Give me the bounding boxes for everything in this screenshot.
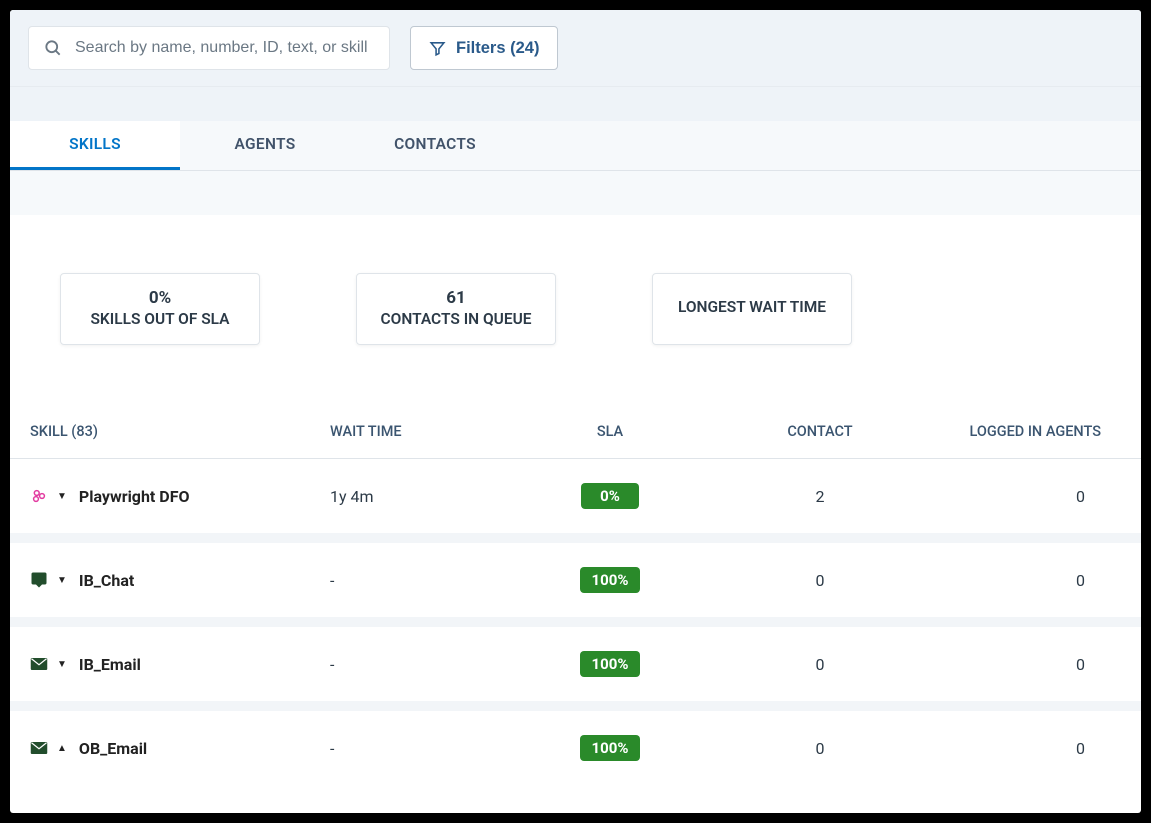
sla-badge: 100% bbox=[580, 735, 641, 761]
metric-longest-wait-time[interactable]: LONGEST WAIT TIME bbox=[652, 273, 852, 345]
table-row[interactable]: ▼ IB_Chat - 100% 0 0 bbox=[10, 543, 1141, 617]
metric-value: 0% bbox=[83, 288, 237, 308]
tab-agents[interactable]: AGENTS bbox=[180, 121, 350, 170]
col-logged-in-agents[interactable]: LOGGED IN AGENTS bbox=[930, 423, 1121, 440]
filters-label: Filters (24) bbox=[456, 39, 539, 58]
sla-cell: 100% bbox=[510, 651, 710, 677]
tab-skills[interactable]: SKILLS bbox=[10, 121, 180, 170]
top-bar: Filters (24) bbox=[10, 10, 1141, 87]
row-gap bbox=[10, 701, 1141, 711]
metric-label: SKILLS OUT OF SLA bbox=[83, 310, 237, 328]
col-sla[interactable]: SLA bbox=[510, 423, 710, 440]
agents-cell: 0 bbox=[930, 739, 1121, 758]
tab-spacer bbox=[10, 171, 1141, 215]
skill-cell: ▼ IB_Email bbox=[30, 655, 330, 674]
tab-contacts[interactable]: CONTACTS bbox=[350, 121, 520, 170]
contact-cell: 2 bbox=[710, 487, 930, 506]
wait-time-cell: 1y 4m bbox=[330, 487, 510, 506]
inbound-arrow-icon: ▼ bbox=[57, 491, 67, 502]
skills-table: SKILL (83) WAIT TIME SLA CONTACT LOGGED … bbox=[10, 405, 1141, 785]
skill-cell: ▲ OB_Email bbox=[30, 739, 330, 758]
skill-cell: ▼ Playwright DFO bbox=[30, 487, 330, 506]
search-input[interactable] bbox=[75, 39, 375, 57]
skill-cell: ▼ IB_Chat bbox=[30, 571, 330, 590]
table-row[interactable]: ▼ Playwright DFO 1y 4m 0% 2 0 bbox=[10, 459, 1141, 533]
outbound-arrow-icon: ▲ bbox=[57, 743, 67, 754]
email-icon bbox=[30, 657, 48, 671]
filters-button[interactable]: Filters (24) bbox=[410, 26, 558, 70]
wait-time-cell: - bbox=[330, 655, 510, 674]
contact-cell: 0 bbox=[710, 571, 930, 590]
search-icon bbox=[43, 38, 63, 58]
filter-icon bbox=[429, 40, 446, 57]
sla-cell: 0% bbox=[510, 483, 710, 509]
sla-cell: 100% bbox=[510, 735, 710, 761]
table-header: SKILL (83) WAIT TIME SLA CONTACT LOGGED … bbox=[10, 405, 1141, 459]
email-icon bbox=[30, 741, 48, 755]
chat-bubble-icon bbox=[30, 571, 48, 589]
skill-name: IB_Email bbox=[79, 655, 141, 674]
table-row[interactable]: ▼ IB_Email - 100% 0 0 bbox=[10, 627, 1141, 701]
sla-badge: 0% bbox=[581, 483, 639, 509]
search-box[interactable] bbox=[28, 26, 390, 70]
metric-value: 61 bbox=[379, 288, 533, 308]
sla-badge: 100% bbox=[580, 567, 641, 593]
chat-dfo-icon bbox=[30, 487, 48, 505]
metric-skills-out-of-sla[interactable]: 0% SKILLS OUT OF SLA bbox=[60, 273, 260, 345]
inbound-arrow-icon: ▼ bbox=[57, 575, 67, 586]
agents-cell: 0 bbox=[930, 487, 1121, 506]
metric-contacts-in-queue[interactable]: 61 CONTACTS IN QUEUE bbox=[356, 273, 556, 345]
metrics-region: 0% SKILLS OUT OF SLA 61 CONTACTS IN QUEU… bbox=[10, 215, 1141, 405]
col-wait-time[interactable]: WAIT TIME bbox=[330, 423, 510, 440]
skill-name: Playwright DFO bbox=[79, 487, 190, 506]
col-skill[interactable]: SKILL (83) bbox=[30, 423, 330, 440]
sla-cell: 100% bbox=[510, 567, 710, 593]
sla-badge: 100% bbox=[580, 651, 641, 677]
contact-cell: 0 bbox=[710, 655, 930, 674]
inbound-arrow-icon: ▼ bbox=[57, 659, 67, 670]
wait-time-cell: - bbox=[330, 571, 510, 590]
metric-label: CONTACTS IN QUEUE bbox=[379, 310, 533, 328]
row-gap bbox=[10, 533, 1141, 543]
wait-time-cell: - bbox=[330, 739, 510, 758]
col-contact[interactable]: CONTACT bbox=[710, 423, 930, 440]
table-row[interactable]: ▲ OB_Email - 100% 0 0 bbox=[10, 711, 1141, 785]
agents-cell: 0 bbox=[930, 655, 1121, 674]
skill-name: OB_Email bbox=[79, 739, 147, 758]
agents-cell: 0 bbox=[930, 571, 1121, 590]
row-gap bbox=[10, 617, 1141, 627]
skill-name: IB_Chat bbox=[79, 571, 134, 590]
contact-cell: 0 bbox=[710, 739, 930, 758]
app-window: Filters (24) SKILLS AGENTS CONTACTS 0% S… bbox=[10, 10, 1141, 813]
tabs-bar: SKILLS AGENTS CONTACTS bbox=[10, 121, 1141, 171]
top-bar-spacer bbox=[10, 87, 1141, 121]
metric-label: LONGEST WAIT TIME bbox=[675, 298, 829, 316]
